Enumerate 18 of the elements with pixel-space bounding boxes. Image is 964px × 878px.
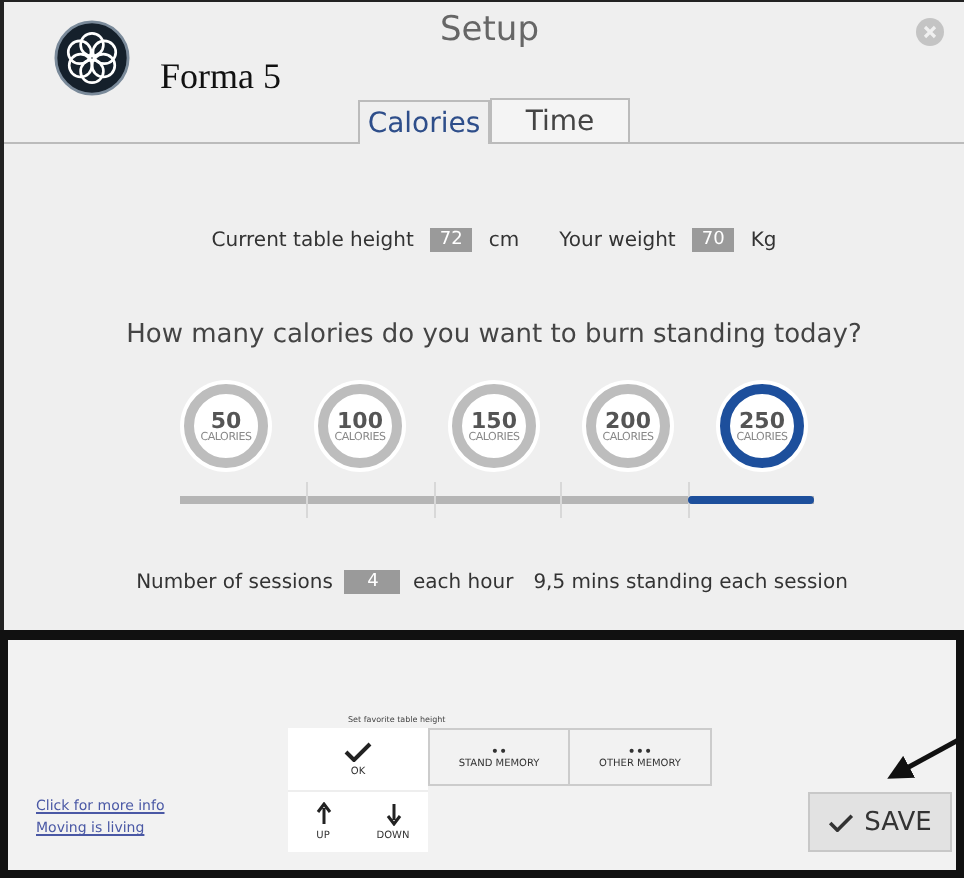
- tab[interactable]: Calories: [358, 100, 490, 144]
- logo-icon: [54, 20, 130, 96]
- window-title: Setup: [440, 10, 539, 50]
- up-arrow-icon: [315, 802, 331, 826]
- unit-label: cm: [488, 229, 520, 251]
- sessions-label: Number of sessions: [136, 571, 333, 593]
- sessions-unit: each hour: [412, 571, 514, 593]
- brand-name: Forma 5: [160, 56, 281, 98]
- down-arrow-icon: [385, 802, 401, 826]
- unit-label: Kg: [750, 229, 777, 251]
- save-button[interactable]: SAVE: [808, 792, 952, 852]
- tab[interactable]: Time: [490, 98, 630, 142]
- check-icon: [344, 741, 372, 761]
- sessions-note: 9,5 mins standing each session: [533, 571, 848, 593]
- question-text: How many calories do you want to burn standing today?: [124, 320, 864, 350]
- check-icon: [828, 813, 855, 831]
- field-label: Current table height: [211, 229, 414, 251]
- field-label: Your weight: [559, 229, 676, 251]
